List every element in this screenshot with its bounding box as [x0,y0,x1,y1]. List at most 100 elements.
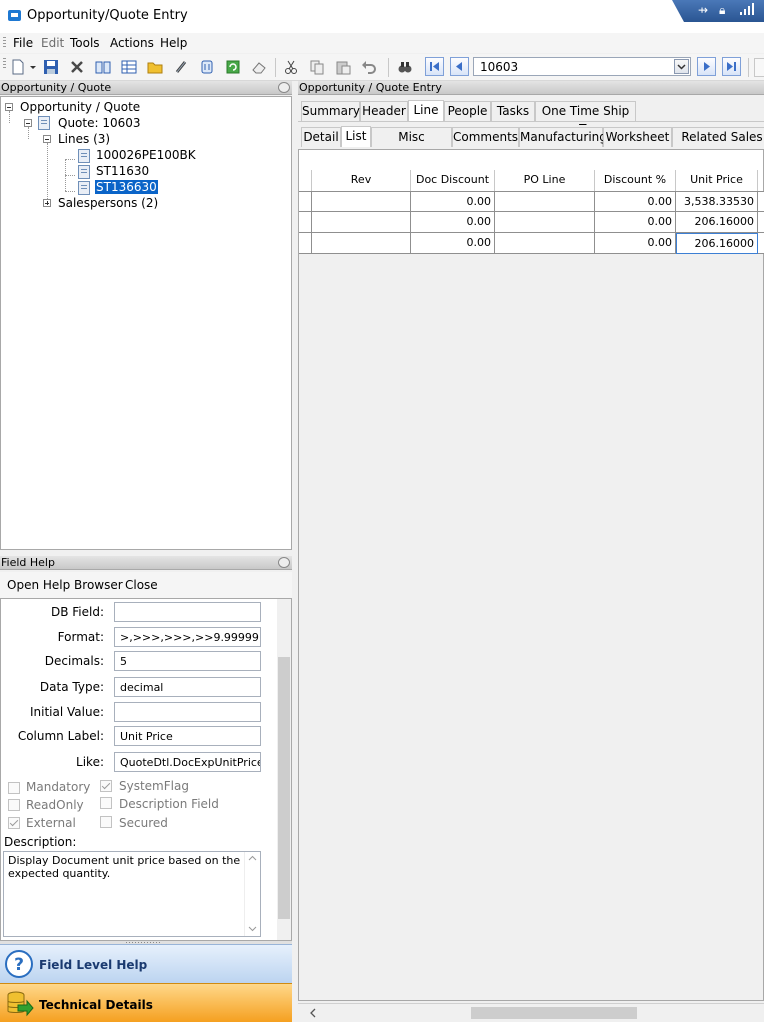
cell-doc-discount[interactable]: 0.00 [411,212,495,233]
tree-node-root[interactable]: Opportunity / Quote [20,100,140,114]
cell-doc-discount[interactable]: 0.00 [411,233,495,254]
open-help-browser-button[interactable]: Open Help Browser [7,578,123,592]
menu-help[interactable]: Help [160,36,187,50]
tab-header[interactable]: Header [360,101,408,121]
column-header-unit-price[interactable]: Unit Price [676,170,758,191]
cell-unit-price-active[interactable]: 206.16000 [676,233,758,254]
pin-panel-icon[interactable] [278,82,290,93]
initial-value-value[interactable] [114,702,261,722]
cut-icon[interactable] [283,59,299,75]
external-checkbox[interactable] [8,817,20,829]
cell-unit-price[interactable]: 3,538.33530 [676,191,758,212]
column-header-po-line[interactable]: PO Line [495,170,595,191]
quote-number-combo[interactable]: 10603 [473,57,691,76]
menu-tools[interactable]: Tools [70,36,100,50]
previous-record-button[interactable] [450,57,469,76]
description-scrollbar[interactable] [244,852,260,936]
undo-icon[interactable] [361,59,377,75]
pin-panel-icon[interactable] [278,557,290,568]
copy-icon[interactable] [309,59,325,75]
grid-horizontal-scrollbar[interactable] [298,1003,764,1021]
refresh-icon[interactable] [225,59,241,75]
cell-doc-discount[interactable]: 0.00 [411,191,495,212]
folder-icon[interactable] [147,59,163,75]
cell-rev[interactable] [312,191,411,212]
data-type-value[interactable]: decimal [114,677,261,697]
field-level-help-bar[interactable]: ? Field Level Help [0,944,292,983]
last-record-button[interactable] [722,57,741,76]
cell-po-line[interactable] [495,191,595,212]
cell-discount-percent[interactable]: 0.00 [595,233,676,254]
tree-node-line-2[interactable]: ST11630 [96,164,149,178]
tree-collapse-root[interactable] [5,103,13,111]
row-selector[interactable] [299,233,312,254]
tree-node-lines[interactable]: Lines (3) [58,132,110,146]
tab-tasks[interactable]: Tasks [491,101,535,121]
db-field-value[interactable] [114,602,261,622]
paste-icon[interactable] [335,59,351,75]
menu-actions[interactable]: Actions [110,36,154,50]
cell-discount-percent[interactable]: 0.00 [595,212,676,233]
close-help-button[interactable]: Close [125,578,158,592]
description-field-checkbox[interactable] [100,797,112,809]
cell-discount-percent[interactable]: 0.00 [595,191,676,212]
grid-icon[interactable] [121,59,137,75]
cell-rev[interactable] [312,233,411,254]
tree-collapse-quote[interactable] [24,119,32,127]
column-header-doc-discount[interactable]: Doc Discount [411,170,495,191]
tree-collapse-lines[interactable] [43,135,51,143]
search-icon[interactable] [397,59,413,75]
grid-scroll-thumb[interactable] [471,1007,637,1019]
tab-summary[interactable]: Summary [301,101,360,121]
tree-node-line-1[interactable]: 100026PE100BK [96,148,196,162]
next-record-button[interactable] [697,57,716,76]
attach-file-icon[interactable] [199,59,215,75]
tab-people[interactable]: People [444,101,491,121]
tree-node-quote[interactable]: Quote: 10603 [58,116,141,130]
tree-expand-salespersons[interactable] [43,199,51,207]
like-value[interactable]: QuoteDtl.DocExpUnitPrice [114,752,261,772]
cell-po-line[interactable] [495,212,595,233]
menu-file[interactable]: File [13,36,33,50]
subtab-list[interactable]: List [341,126,371,147]
subtab-related-sales-orders[interactable]: Related Sales Orc [672,127,764,147]
description-textarea[interactable]: Display Document unit price based on the… [3,851,261,937]
secured-checkbox[interactable] [100,816,112,828]
subtab-detail[interactable]: Detail [301,127,341,147]
tree-node-line-3[interactable]: ST136630 [95,180,158,194]
save-icon[interactable] [43,59,59,75]
row-selector[interactable] [299,212,312,233]
scroll-up-icon[interactable] [248,855,257,861]
eraser-icon[interactable] [251,59,267,75]
tab-one-time-ship-to[interactable]: One Time Ship To [535,101,636,136]
menu-edit[interactable]: Edit [41,36,64,50]
column-header-rev[interactable]: Rev [312,170,411,191]
technical-details-bar[interactable]: Technical Details [0,983,292,1022]
field-help-scroll-thumb[interactable] [278,657,290,919]
subtab-manufacturing[interactable]: Manufacturing [519,127,607,147]
decimals-value[interactable]: 5 [114,651,261,671]
scroll-left-icon[interactable] [309,1008,316,1018]
cell-rev[interactable] [312,212,411,233]
subtab-worksheet[interactable]: Worksheet [603,127,672,147]
systemflag-checkbox[interactable] [100,780,112,792]
subtab-comments[interactable]: Comments [452,127,519,147]
cell-unit-price[interactable]: 206.16000 [676,212,758,233]
mandatory-checkbox[interactable] [8,782,20,794]
quote-dropdown-button[interactable] [674,59,689,74]
book-icon[interactable] [95,59,111,75]
cell-po-line[interactable] [495,233,595,254]
toolbar-overflow-button[interactable] [754,58,764,77]
format-value[interactable]: >,>>>,>>>,>>9.99999 [114,627,261,647]
subtab-misc-charges[interactable]: Misc Charges [371,127,452,147]
column-header-discount-percent[interactable]: Discount % [595,170,676,191]
attachment-icon[interactable] [173,59,189,75]
tab-line[interactable]: Line [408,100,444,121]
delete-icon[interactable] [69,59,85,75]
new-icon[interactable] [10,59,26,75]
new-dropdown-icon[interactable] [29,59,37,75]
row-selector[interactable] [299,191,312,212]
readonly-checkbox[interactable] [8,799,20,811]
column-label-value[interactable]: Unit Price [114,726,261,746]
scroll-down-icon[interactable] [248,926,257,932]
